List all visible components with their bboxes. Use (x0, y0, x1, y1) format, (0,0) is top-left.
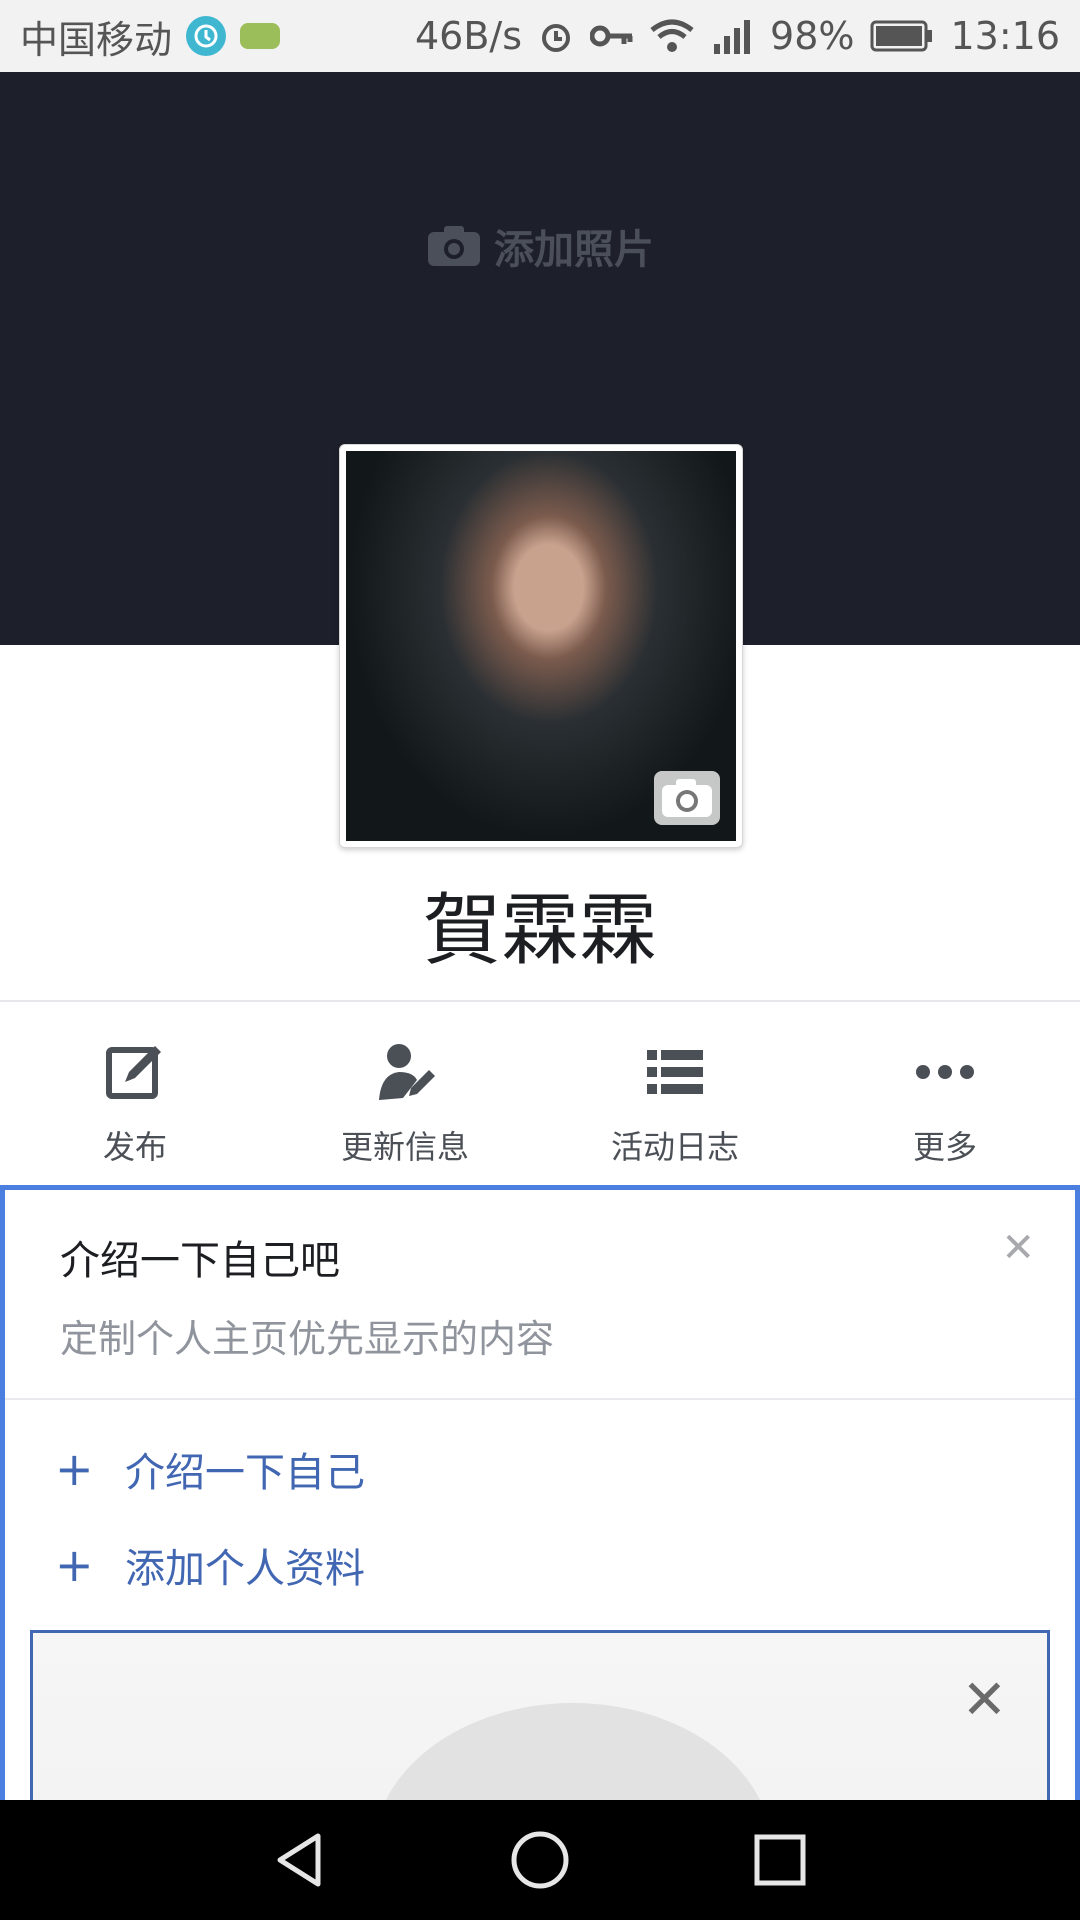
list-icon (643, 1040, 707, 1104)
person-edit-icon (373, 1040, 437, 1104)
link-label: 添加个人资料 (125, 1546, 365, 1592)
add-profile-info-link[interactable]: + 添加个人资料 (55, 1536, 365, 1594)
network-speed: 46B/s (414, 14, 523, 58)
action-update-info[interactable]: 更新信息 (270, 1010, 540, 1185)
action-label: 发布 (102, 1128, 167, 1166)
add-photo-label: 添加照片 (494, 227, 654, 273)
add-bio-link[interactable]: + 介绍一下自己 (55, 1440, 365, 1498)
battery-icon (870, 20, 933, 52)
action-more[interactable]: 更多 (810, 1010, 1080, 1185)
recents-icon[interactable] (725, 1805, 835, 1915)
game-app-icon (240, 23, 281, 49)
divider (5, 1398, 1075, 1400)
status-bar: 中国移动 46B/s 98% 13:16 (0, 0, 1080, 72)
profile-picture[interactable] (339, 444, 743, 848)
action-activity-log[interactable]: 活动日志 (540, 1010, 810, 1185)
action-label: 活动日志 (610, 1128, 739, 1166)
action-post[interactable]: 发布 (0, 1010, 270, 1185)
plus-icon: + (55, 1538, 94, 1592)
home-icon[interactable] (485, 1805, 595, 1915)
system-nav-bar (0, 1800, 1080, 1920)
add-cover-photo-button[interactable]: 添加照片 (0, 217, 1080, 275)
change-avatar-camera-icon[interactable] (654, 771, 720, 825)
close-icon[interactable]: ✕ (962, 1668, 1007, 1731)
profile-actions: 发布 更新信息 活动日志 更多 (0, 1010, 1080, 1185)
wifi-icon (650, 19, 694, 52)
alarm-icon (542, 24, 571, 52)
key-icon (590, 25, 633, 47)
divider (0, 1000, 1080, 1002)
camera-icon (428, 226, 480, 266)
back-icon[interactable] (245, 1805, 355, 1915)
battery-percent: 98% (770, 14, 855, 58)
edit-icon (103, 1040, 167, 1104)
more-dots-icon (913, 1040, 977, 1104)
intro-close-icon[interactable]: ✕ (1001, 1225, 1035, 1271)
link-label: 介绍一下自己 (125, 1450, 365, 1496)
signal-4g-icon (714, 20, 751, 54)
intro-card: 介绍一下自己吧 ✕ 定制个人主页优先显示的内容 + 介绍一下自己 + 添加个人资… (0, 1185, 1080, 1830)
action-label: 更新信息 (340, 1128, 469, 1166)
intro-subtitle: 定制个人主页优先显示的内容 (60, 1317, 555, 1361)
clock-time: 13:16 (950, 14, 1060, 58)
profile-name: 賀霖霖 (422, 886, 657, 976)
avatar-image (346, 451, 736, 841)
clock-app-icon (186, 16, 227, 56)
plus-icon: + (55, 1442, 94, 1496)
intro-title: 介绍一下自己吧 (60, 1238, 340, 1284)
carrier-label: 中国移动 (20, 17, 173, 62)
action-label: 更多 (912, 1128, 977, 1166)
